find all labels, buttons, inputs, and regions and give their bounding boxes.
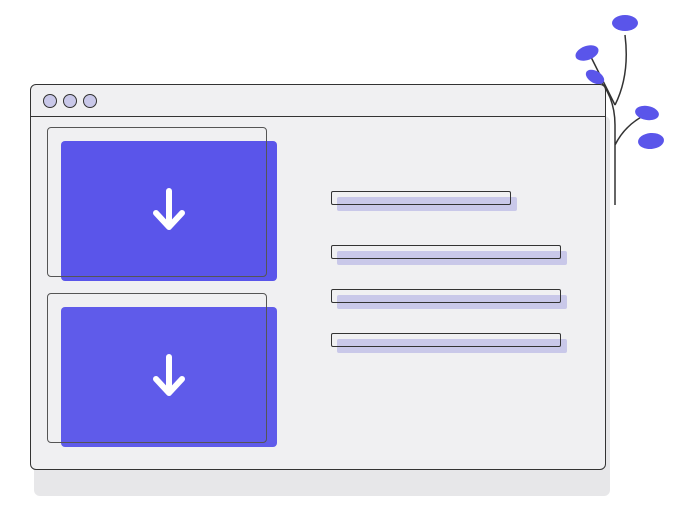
- download-card-1[interactable]: [61, 141, 291, 281]
- browser-window: [30, 84, 606, 470]
- window-control-maximize[interactable]: [83, 94, 97, 108]
- text-line-placeholder: [331, 289, 561, 305]
- download-card-2[interactable]: [61, 307, 291, 447]
- text-line-placeholder: [331, 191, 511, 207]
- text-line-placeholder: [331, 333, 561, 349]
- window-control-close[interactable]: [43, 94, 57, 108]
- text-line-placeholder: [331, 245, 561, 261]
- right-column: [331, 141, 575, 445]
- left-column: [61, 141, 291, 445]
- window-control-minimize[interactable]: [63, 94, 77, 108]
- window-content: [31, 117, 605, 469]
- window-titlebar: [31, 85, 605, 117]
